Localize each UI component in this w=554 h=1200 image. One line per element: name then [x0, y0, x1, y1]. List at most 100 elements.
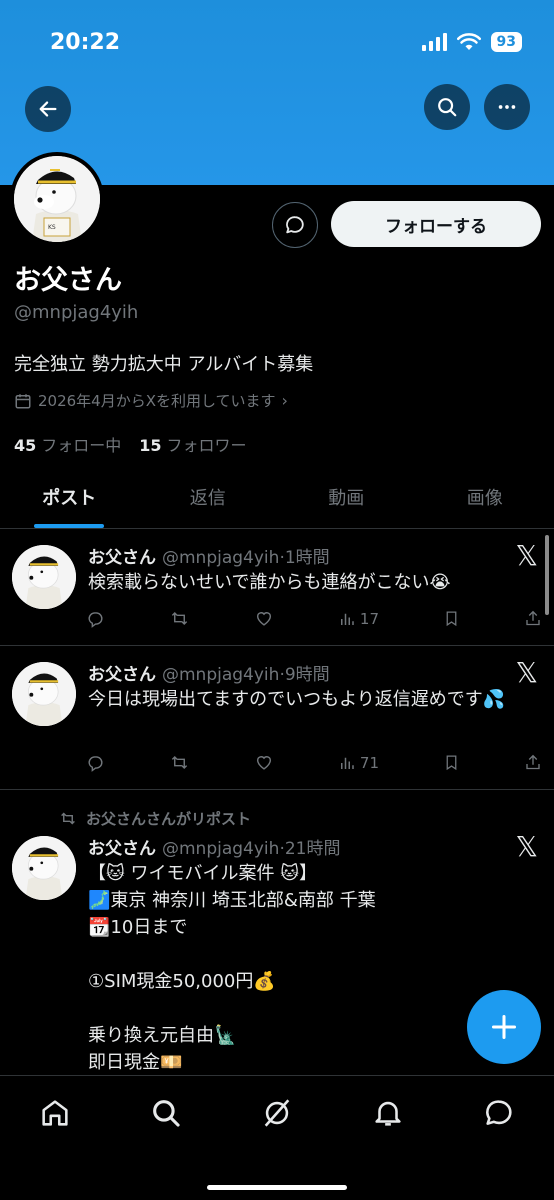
x-logo-icon: 𝕏 — [515, 830, 538, 863]
views-count: 17 — [360, 610, 379, 628]
dog-avatar-image — [12, 545, 76, 609]
profile-name: お父さん — [14, 258, 122, 297]
chat-icon[interactable] — [482, 1096, 516, 1130]
plus-icon — [490, 1013, 518, 1041]
search-button[interactable] — [424, 84, 470, 130]
cellular-signal-icon — [422, 33, 447, 51]
following-label: フォロー中 — [41, 436, 121, 455]
like-button[interactable] — [254, 753, 274, 772]
share-icon — [524, 753, 542, 772]
more-button[interactable] — [484, 84, 530, 130]
post-avatar[interactable] — [12, 836, 76, 900]
reply-icon — [86, 753, 105, 772]
post-time: 1時間 — [285, 548, 330, 568]
views-icon — [338, 754, 356, 772]
like-icon — [254, 753, 274, 772]
like-button[interactable] — [254, 609, 274, 628]
post-author-name[interactable]: お父さん — [88, 548, 156, 568]
post-header: お父さん@mnpjag4yih·9時間 — [88, 660, 330, 685]
tab-replies[interactable]: 返信 — [139, 470, 278, 528]
status-time: 20:22 — [50, 30, 120, 55]
post-author-handle: @mnpjag4yih — [162, 839, 279, 859]
compose-button[interactable] — [467, 990, 541, 1064]
post-actions: 17 — [86, 609, 542, 628]
message-button[interactable] — [272, 202, 318, 248]
post-header: お父さん@mnpjag4yih·21時間 — [88, 834, 340, 859]
post-text: 今日は現場出てますのでいつもより返信遅めです💦 — [88, 686, 528, 713]
follow-button[interactable]: フォローする — [331, 201, 541, 247]
reply-button[interactable] — [86, 609, 105, 628]
post-item[interactable]: お父さん@mnpjag4yih·9時間 𝕏 今日は現場出てますのでいつもより返信… — [0, 646, 554, 790]
following-count: 45 — [14, 436, 36, 455]
dog-avatar-image — [12, 662, 76, 726]
follow-counts: 45 フォロー中 15 フォロワー — [14, 432, 247, 456]
tab-videos[interactable]: 動画 — [277, 470, 416, 528]
followers-label: フォロワー — [167, 436, 247, 455]
back-button[interactable] — [25, 86, 71, 132]
post-text: 【🐱 ワイモバイル案件 🐱】 🗾東京 神奈川 埼玉北部&南部 千葉 📆10日まで… — [88, 860, 528, 1076]
x-logo-icon: 𝕏 — [515, 656, 538, 689]
reply-icon — [86, 609, 105, 628]
message-icon — [284, 214, 306, 236]
post-author-name[interactable]: お父さん — [88, 839, 156, 859]
calendar-icon — [14, 392, 32, 410]
repost-button[interactable] — [169, 753, 190, 772]
search-icon — [436, 96, 458, 118]
post-item[interactable]: お父さん@mnpjag4yih·1時間 𝕏 検索載らないせいで誰からも連絡がこな… — [0, 529, 554, 646]
repost-button[interactable] — [169, 609, 190, 628]
followers-link[interactable]: 15 フォロワー — [139, 432, 246, 456]
bookmark-button[interactable] — [443, 753, 460, 772]
views-count: 71 — [360, 754, 379, 772]
like-icon — [254, 609, 274, 628]
post-avatar[interactable] — [12, 545, 76, 609]
repost-icon — [169, 753, 190, 772]
post-text: 検索載らないせいで誰からも連絡がこない😭 — [88, 569, 528, 596]
joined-text: 2026年4月からXを利用しています — [38, 390, 276, 411]
post-author-name[interactable]: お父さん — [88, 665, 156, 685]
views-button[interactable]: 71 — [338, 753, 379, 772]
bell-icon[interactable] — [371, 1096, 405, 1130]
joined-date[interactable]: 2026年4月からXを利用しています › — [14, 390, 288, 411]
views-icon — [338, 610, 356, 628]
post-time: 21時間 — [285, 839, 341, 859]
post-time: 9時間 — [285, 665, 330, 685]
tab-images[interactable]: 画像 — [416, 470, 554, 528]
bottom-nav — [0, 1075, 554, 1200]
wifi-icon — [457, 33, 481, 51]
reply-button[interactable] — [86, 753, 105, 772]
status-bar: 20:22 93 — [0, 28, 554, 60]
battery-indicator: 93 — [491, 32, 522, 52]
following-link[interactable]: 45 フォロー中 — [14, 432, 121, 456]
views-button[interactable]: 17 — [338, 609, 379, 628]
profile-handle: @mnpjag4yih — [14, 302, 138, 323]
grok-icon[interactable] — [260, 1096, 294, 1130]
repost-icon — [169, 609, 190, 628]
post-avatar[interactable] — [12, 662, 76, 726]
back-arrow-icon — [37, 98, 59, 120]
chevron-right-icon: › — [282, 391, 288, 410]
tab-posts[interactable]: ポスト — [0, 470, 139, 528]
bookmark-icon — [443, 609, 460, 628]
more-icon — [496, 96, 518, 118]
profile-avatar[interactable]: KS — [10, 152, 104, 246]
post-author-handle: @mnpjag4yih — [162, 665, 279, 685]
followers-count: 15 — [139, 436, 161, 455]
dog-avatar-image: KS — [14, 156, 100, 242]
dog-avatar-image — [12, 836, 76, 900]
post-actions: 71 — [86, 753, 542, 772]
share-icon — [524, 609, 542, 628]
post-author-handle: @mnpjag4yih — [162, 548, 279, 568]
post-header: お父さん@mnpjag4yih·1時間 — [88, 543, 330, 568]
scrollbar[interactable] — [545, 535, 549, 615]
x-logo-icon: 𝕏 — [515, 539, 538, 572]
profile-bio: 完全独立 勢力拡大中 アルバイト募集 — [14, 350, 313, 376]
bookmark-button[interactable] — [443, 609, 460, 628]
share-button[interactable] — [524, 753, 542, 772]
bookmark-icon — [443, 753, 460, 772]
profile-tabs: ポスト 返信 動画 画像 — [0, 470, 554, 529]
svg-text:KS: KS — [48, 224, 56, 231]
explore-icon[interactable] — [149, 1096, 183, 1130]
home-icon[interactable] — [38, 1096, 72, 1130]
share-button[interactable] — [524, 609, 542, 628]
home-indicator — [207, 1185, 347, 1190]
